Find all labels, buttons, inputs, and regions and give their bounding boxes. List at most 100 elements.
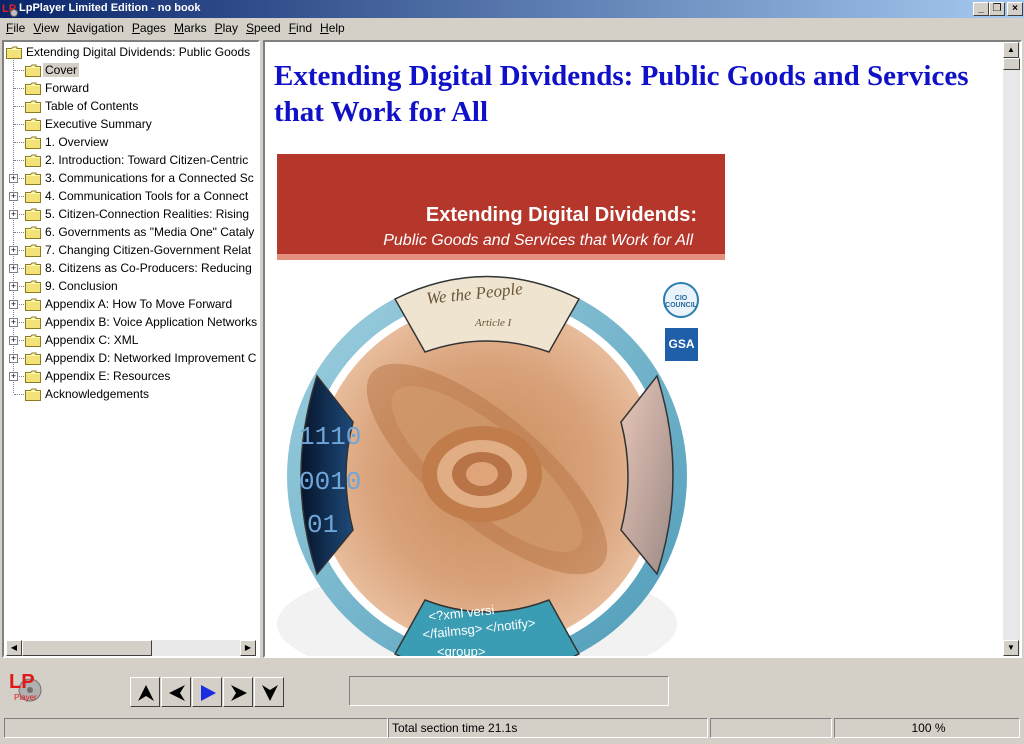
tree-item[interactable]: + Appendix E: Resources — [4, 368, 258, 386]
menu-find[interactable]: Find — [285, 21, 316, 35]
tree-item[interactable]: 2. Introduction: Toward Citizen-Centric — [4, 152, 258, 170]
folder-icon — [25, 172, 41, 185]
expand-icon[interactable]: + — [9, 174, 18, 183]
expand-icon[interactable]: + — [9, 336, 18, 345]
expand-icon[interactable]: + — [9, 210, 18, 219]
cover-image: Extending Digital Dividends: Public Good… — [277, 154, 725, 656]
previous-phrase-button[interactable] — [161, 677, 191, 707]
tree-item[interactable]: + Appendix C: XML — [4, 332, 258, 350]
expand-icon[interactable]: + — [9, 318, 18, 327]
tree-item-label: 9. Conclusion — [45, 279, 118, 293]
phrase-text-field[interactable] — [349, 676, 669, 706]
tree-item[interactable]: +9. Conclusion — [4, 278, 258, 296]
tree-item[interactable]: 1. Overview — [4, 134, 258, 152]
expand-icon[interactable]: + — [9, 192, 18, 201]
expand-icon[interactable]: + — [9, 354, 18, 363]
expand-icon[interactable]: + — [9, 264, 18, 273]
expand-icon[interactable]: + — [9, 282, 18, 291]
tree-item-label: Cover — [43, 63, 80, 77]
status-panel-1 — [4, 718, 388, 738]
section-time-status: Total section time 21.1s — [388, 718, 708, 738]
tree-item[interactable]: +3. Communications for a Connected Sc — [4, 170, 258, 188]
expand-icon[interactable]: + — [9, 300, 18, 309]
tree-item-label: 2. Introduction: Toward Citizen-Centric — [45, 153, 249, 167]
tree-item[interactable]: +5. Citizen-Connection Realities: Rising — [4, 206, 258, 224]
scrollbar-thumb[interactable] — [22, 640, 152, 656]
play-button[interactable] — [192, 677, 222, 707]
scroll-up-button[interactable]: ▲ — [1003, 42, 1019, 58]
folder-icon — [25, 190, 41, 203]
content-pane[interactable]: Extending Digital Dividends: Public Good… — [263, 40, 1022, 658]
next-phrase-button[interactable] — [223, 677, 253, 707]
page-title: Extending Digital Dividends: Public Good… — [274, 60, 969, 128]
gsa-logo: GSA — [665, 328, 698, 361]
previous-section-button[interactable] — [130, 677, 160, 707]
cover-artwork: We the People Article I 1110 0010 01 <?x… — [277, 275, 687, 656]
tree-item-label: 8. Citizens as Co-Producers: Reducing — [45, 261, 252, 275]
tree-item[interactable]: Forward — [4, 80, 258, 98]
tree-item-label: Appendix A: How To Move Forward — [45, 297, 233, 311]
folder-icon — [25, 82, 41, 95]
scroll-down-button[interactable]: ▼ — [1003, 640, 1019, 656]
restore-button[interactable]: ❐ — [989, 2, 1005, 16]
folder-icon — [25, 226, 41, 239]
close-button[interactable]: × — [1007, 2, 1023, 16]
arrow-right-icon — [231, 685, 247, 701]
tree-item[interactable]: + Appendix A: How To Move Forward — [4, 296, 258, 314]
menu-navigation[interactable]: Navigation — [63, 21, 128, 35]
content-vertical-scrollbar[interactable]: ▲ ▼ — [1003, 42, 1020, 656]
tree-item[interactable]: + Appendix B: Voice Application Networks — [4, 314, 258, 332]
tree-root[interactable]: Extending Digital Dividends: Public Good… — [4, 44, 258, 62]
menu-pages[interactable]: Pages — [128, 21, 170, 35]
menu-file[interactable]: File — [2, 21, 29, 35]
tree-branch-line — [14, 70, 24, 71]
minimize-button[interactable]: _ — [973, 2, 989, 16]
arrow-left-icon — [169, 685, 185, 701]
folder-icon — [25, 334, 41, 347]
tree-item[interactable]: +8. Citizens as Co-Producers: Reducing — [4, 260, 258, 278]
folder-icon — [25, 244, 41, 257]
tree-item[interactable]: + Appendix D: Networked Improvement C — [4, 350, 258, 368]
tree-item[interactable]: Executive Summary — [4, 116, 258, 134]
cover-binary-text-1: 1110 — [299, 422, 361, 452]
play-icon — [201, 685, 216, 701]
tree-branch-line — [14, 160, 24, 161]
scroll-left-button[interactable]: ◀ — [6, 640, 22, 656]
scrollbar-thumb[interactable] — [1003, 58, 1020, 70]
table-of-contents-tree[interactable]: ◀ ▶ Extending Digital Dividends: Public … — [2, 40, 260, 658]
tree-branch-line — [14, 88, 24, 89]
app-icon: LP — [2, 3, 18, 17]
menu-view[interactable]: View — [29, 21, 63, 35]
expand-icon[interactable]: + — [9, 372, 18, 381]
folder-icon — [25, 208, 41, 221]
scroll-right-button[interactable]: ▶ — [240, 640, 256, 656]
cover-binary-text-2: 0010 — [299, 467, 361, 497]
menu-speed[interactable]: Speed — [242, 21, 285, 35]
tree-item-label: Acknowledgements — [45, 387, 150, 401]
title-bar[interactable]: LP LpPlayer Limited Edition - no book _ … — [0, 0, 1024, 18]
tree-branch-line — [14, 106, 24, 107]
tree-item[interactable]: 6. Governments as "Media One" Cataly — [4, 224, 258, 242]
tree-item[interactable]: +7. Changing Citizen-Government Relat — [4, 242, 258, 260]
tree-item-label: Appendix B: Voice Application Networks — [45, 315, 258, 329]
tree-item[interactable]: Table of Contents — [4, 98, 258, 116]
tree-item-label: 1. Overview — [45, 135, 109, 149]
tree-item-label: 4. Communication Tools for a Connect — [45, 189, 249, 203]
menu-play[interactable]: Play — [211, 21, 242, 35]
folder-icon — [25, 100, 41, 113]
menu-help[interactable]: Help — [316, 21, 349, 35]
lp-logo-subtext: Player — [14, 693, 37, 702]
tree-item-label: Table of Contents — [45, 99, 139, 113]
tree-branch-line — [14, 232, 24, 233]
tree-item-label: Forward — [45, 81, 90, 95]
folder-icon — [25, 262, 41, 275]
tree-item[interactable]: Acknowledgements — [4, 386, 258, 404]
next-section-button[interactable] — [254, 677, 284, 707]
tree-item[interactable]: Cover — [4, 62, 258, 80]
menu-marks[interactable]: Marks — [170, 21, 211, 35]
tree-root-label: Extending Digital Dividends: Public Good… — [26, 45, 251, 59]
tree-item[interactable]: +4. Communication Tools for a Connect — [4, 188, 258, 206]
folder-icon — [25, 136, 41, 149]
expand-icon[interactable]: + — [9, 246, 18, 255]
tree-horizontal-scrollbar[interactable]: ◀ ▶ — [6, 640, 256, 656]
